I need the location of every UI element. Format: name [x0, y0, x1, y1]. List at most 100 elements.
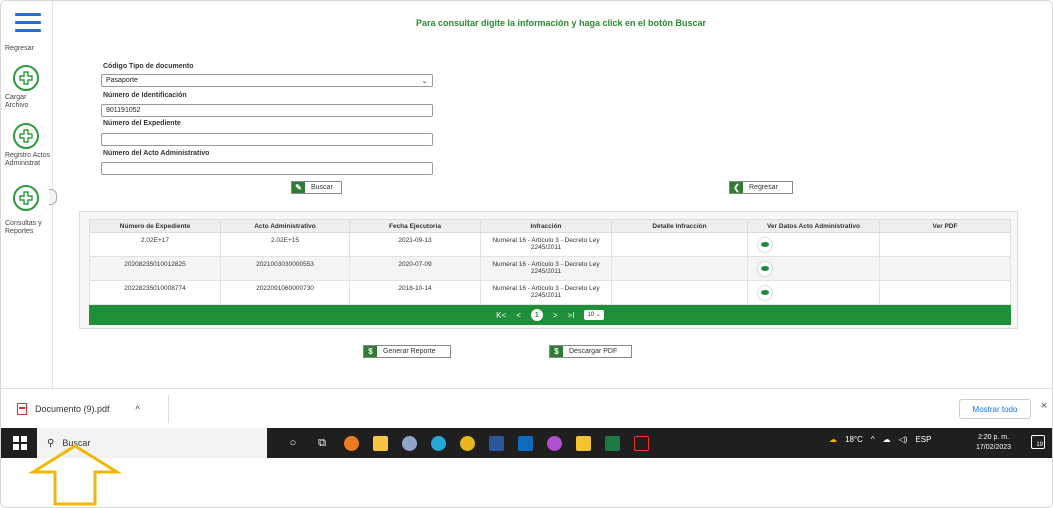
- close-icon[interactable]: ×: [1041, 400, 1047, 412]
- chevron-up-icon[interactable]: ^: [136, 404, 140, 414]
- clock[interactable]: 2:20 p. m. 17/02/2023: [976, 433, 1011, 453]
- tipo-documento-label: Código Tipo de documento: [103, 63, 194, 70]
- chrome-icon[interactable]: [457, 433, 477, 453]
- expediente-cell: 20228235010008774: [89, 280, 221, 305]
- tipo-documento-select[interactable]: Pasaporte ⌄: [101, 74, 433, 87]
- report-icon: $: [364, 346, 377, 357]
- pdf-reader-icon[interactable]: [631, 433, 651, 453]
- outlook-icon[interactable]: [515, 433, 535, 453]
- network-icon[interactable]: ☁: [883, 435, 891, 444]
- first-page-button[interactable]: K<: [496, 311, 506, 320]
- add-icon[interactable]: [13, 185, 39, 211]
- file-explorer-icon[interactable]: [370, 433, 390, 453]
- edge-icon[interactable]: [428, 433, 448, 453]
- sticky-notes-icon[interactable]: [573, 433, 593, 453]
- app-icon[interactable]: [399, 433, 419, 453]
- task-view-icon[interactable]: ⧉: [312, 433, 332, 453]
- infraccion-cell: Numeral 16 - Artículo 3 - Decreto Ley 22…: [480, 280, 612, 305]
- download-icon: $: [550, 346, 563, 357]
- detalle-cell: [611, 280, 748, 305]
- sidebar-item-regresar[interactable]: Regresar: [5, 45, 51, 53]
- descargar-pdf-label: Descargar PDF: [569, 348, 618, 355]
- download-bar: Documento (9).pdf ^ Mostrar todo ×: [1, 388, 1052, 428]
- view-icon[interactable]: [758, 286, 772, 300]
- download-item[interactable]: Documento (9).pdf ^: [9, 395, 169, 423]
- ver-pdf-cell: [879, 280, 1011, 305]
- buscar-label: Buscar: [311, 184, 333, 191]
- sidebar-collapse-tab[interactable]: [49, 189, 57, 205]
- cortana-icon[interactable]: ○: [283, 433, 303, 453]
- chevron-down-icon: ⌄: [421, 76, 428, 85]
- regresar-button[interactable]: ❮ Regresar: [729, 181, 793, 194]
- numero-acto-input[interactable]: [101, 162, 433, 175]
- excel-icon[interactable]: [602, 433, 622, 453]
- results-table: Número de Expediente Acto Administrativo…: [89, 219, 1011, 305]
- show-all-button[interactable]: Mostrar todo: [959, 399, 1031, 419]
- add-icon[interactable]: [13, 123, 39, 149]
- sidebar-item-registro-actos[interactable]: Registro Actos Administrat: [5, 152, 51, 168]
- menu-icon[interactable]: [15, 13, 41, 37]
- acto-cell: 2.02E+15: [220, 232, 350, 257]
- table-row: 2.02E+17 2.02E+15 2021-09-13 Numeral 16 …: [89, 232, 1011, 257]
- ver-datos-cell: [747, 256, 880, 281]
- page-title: Para consultar digite la información y h…: [415, 18, 707, 28]
- sidebar-item-consultas-reportes[interactable]: Consultas y Reportes: [5, 220, 51, 236]
- table-row: 20208235010012825 2021003030000553 2020-…: [89, 256, 1011, 281]
- descargar-pdf-button[interactable]: $ Descargar PDF: [549, 345, 633, 358]
- view-icon[interactable]: [758, 238, 772, 252]
- numero-expediente-input[interactable]: [101, 133, 433, 146]
- column-header: Número de Expediente: [89, 219, 221, 233]
- system-tray: ☁ 18°C ^ ☁ ◁) ESP: [829, 435, 931, 444]
- results-panel: Número de Expediente Acto Administrativo…: [79, 211, 1018, 329]
- detalle-cell: [611, 256, 748, 281]
- page-size-select[interactable]: 10 ⌄: [584, 310, 604, 320]
- fecha-cell: 2018-10-14: [349, 280, 481, 305]
- fecha-cell: 2021-09-13: [349, 232, 481, 257]
- prev-page-button[interactable]: <: [516, 311, 521, 320]
- notification-icon[interactable]: 19: [1031, 435, 1045, 449]
- fecha-cell: 2020-07-09: [349, 256, 481, 281]
- current-page-button[interactable]: 1: [530, 309, 543, 321]
- infraccion-cell: Numeral 16 - Artículo 3 - Decreto Ley 22…: [480, 256, 612, 281]
- numero-identificacion-input[interactable]: 901191052: [101, 104, 433, 117]
- sidebar-item-cargar-archivo[interactable]: Cargar Archivo: [5, 94, 51, 110]
- firefox-icon[interactable]: [341, 433, 361, 453]
- column-header: Fecha Ejecutoria: [349, 219, 481, 233]
- language-indicator[interactable]: ESP: [915, 435, 931, 444]
- word-icon[interactable]: [486, 433, 506, 453]
- search-icon: ✎: [292, 182, 305, 193]
- taskbar-apps: ○ ⧉: [283, 433, 651, 453]
- ver-datos-cell: [747, 280, 880, 305]
- ver-datos-cell: [747, 232, 880, 257]
- view-icon[interactable]: [758, 262, 772, 276]
- numero-identificacion-label: Número de Identificación: [103, 92, 187, 99]
- numero-acto-label: Número del Acto Administrativo: [103, 150, 210, 157]
- weather-text[interactable]: 18°C: [845, 435, 863, 444]
- add-icon[interactable]: [13, 65, 39, 91]
- weather-icon: ☁: [829, 435, 837, 444]
- teams-icon[interactable]: [544, 433, 564, 453]
- tipo-documento-value: Pasaporte: [106, 77, 138, 84]
- windows-start-icon[interactable]: [13, 436, 27, 450]
- generar-reporte-button[interactable]: $ Generar Reporte: [363, 345, 451, 358]
- download-file-name: Documento (9).pdf: [35, 404, 110, 414]
- pagination-bar: K< < 1 > >I 10 ⌄: [89, 305, 1011, 325]
- acto-cell: 2021003030000553: [220, 256, 350, 281]
- acto-cell: 2022091060000730: [220, 280, 350, 305]
- next-page-button[interactable]: >: [553, 311, 558, 320]
- table-row: 20228235010008774 2022091060000730 2018-…: [89, 280, 1011, 305]
- volume-icon[interactable]: ◁): [899, 435, 908, 444]
- numero-expediente-label: Número del Expediente: [103, 120, 181, 127]
- buscar-button[interactable]: ✎ Buscar: [291, 181, 342, 194]
- page-size-value: 10: [587, 312, 595, 318]
- pdf-file-icon: [17, 403, 27, 415]
- column-header: Acto Administrativo: [220, 219, 350, 233]
- chevron-up-icon[interactable]: ^: [871, 435, 875, 444]
- generar-reporte-label: Generar Reporte: [383, 348, 436, 355]
- last-page-button[interactable]: >I: [568, 311, 575, 320]
- table-header-row: Número de Expediente Acto Administrativo…: [89, 219, 1011, 233]
- column-header: Ver Datos Acto Administrativo: [747, 219, 880, 233]
- regresar-label: Regresar: [749, 184, 778, 191]
- annotation-arrow-icon: [29, 444, 121, 506]
- taskbar: ⚲ Buscar ○ ⧉ ☁ 18°C ^ ☁ ◁) ESP 2:20 p. m…: [1, 428, 1052, 458]
